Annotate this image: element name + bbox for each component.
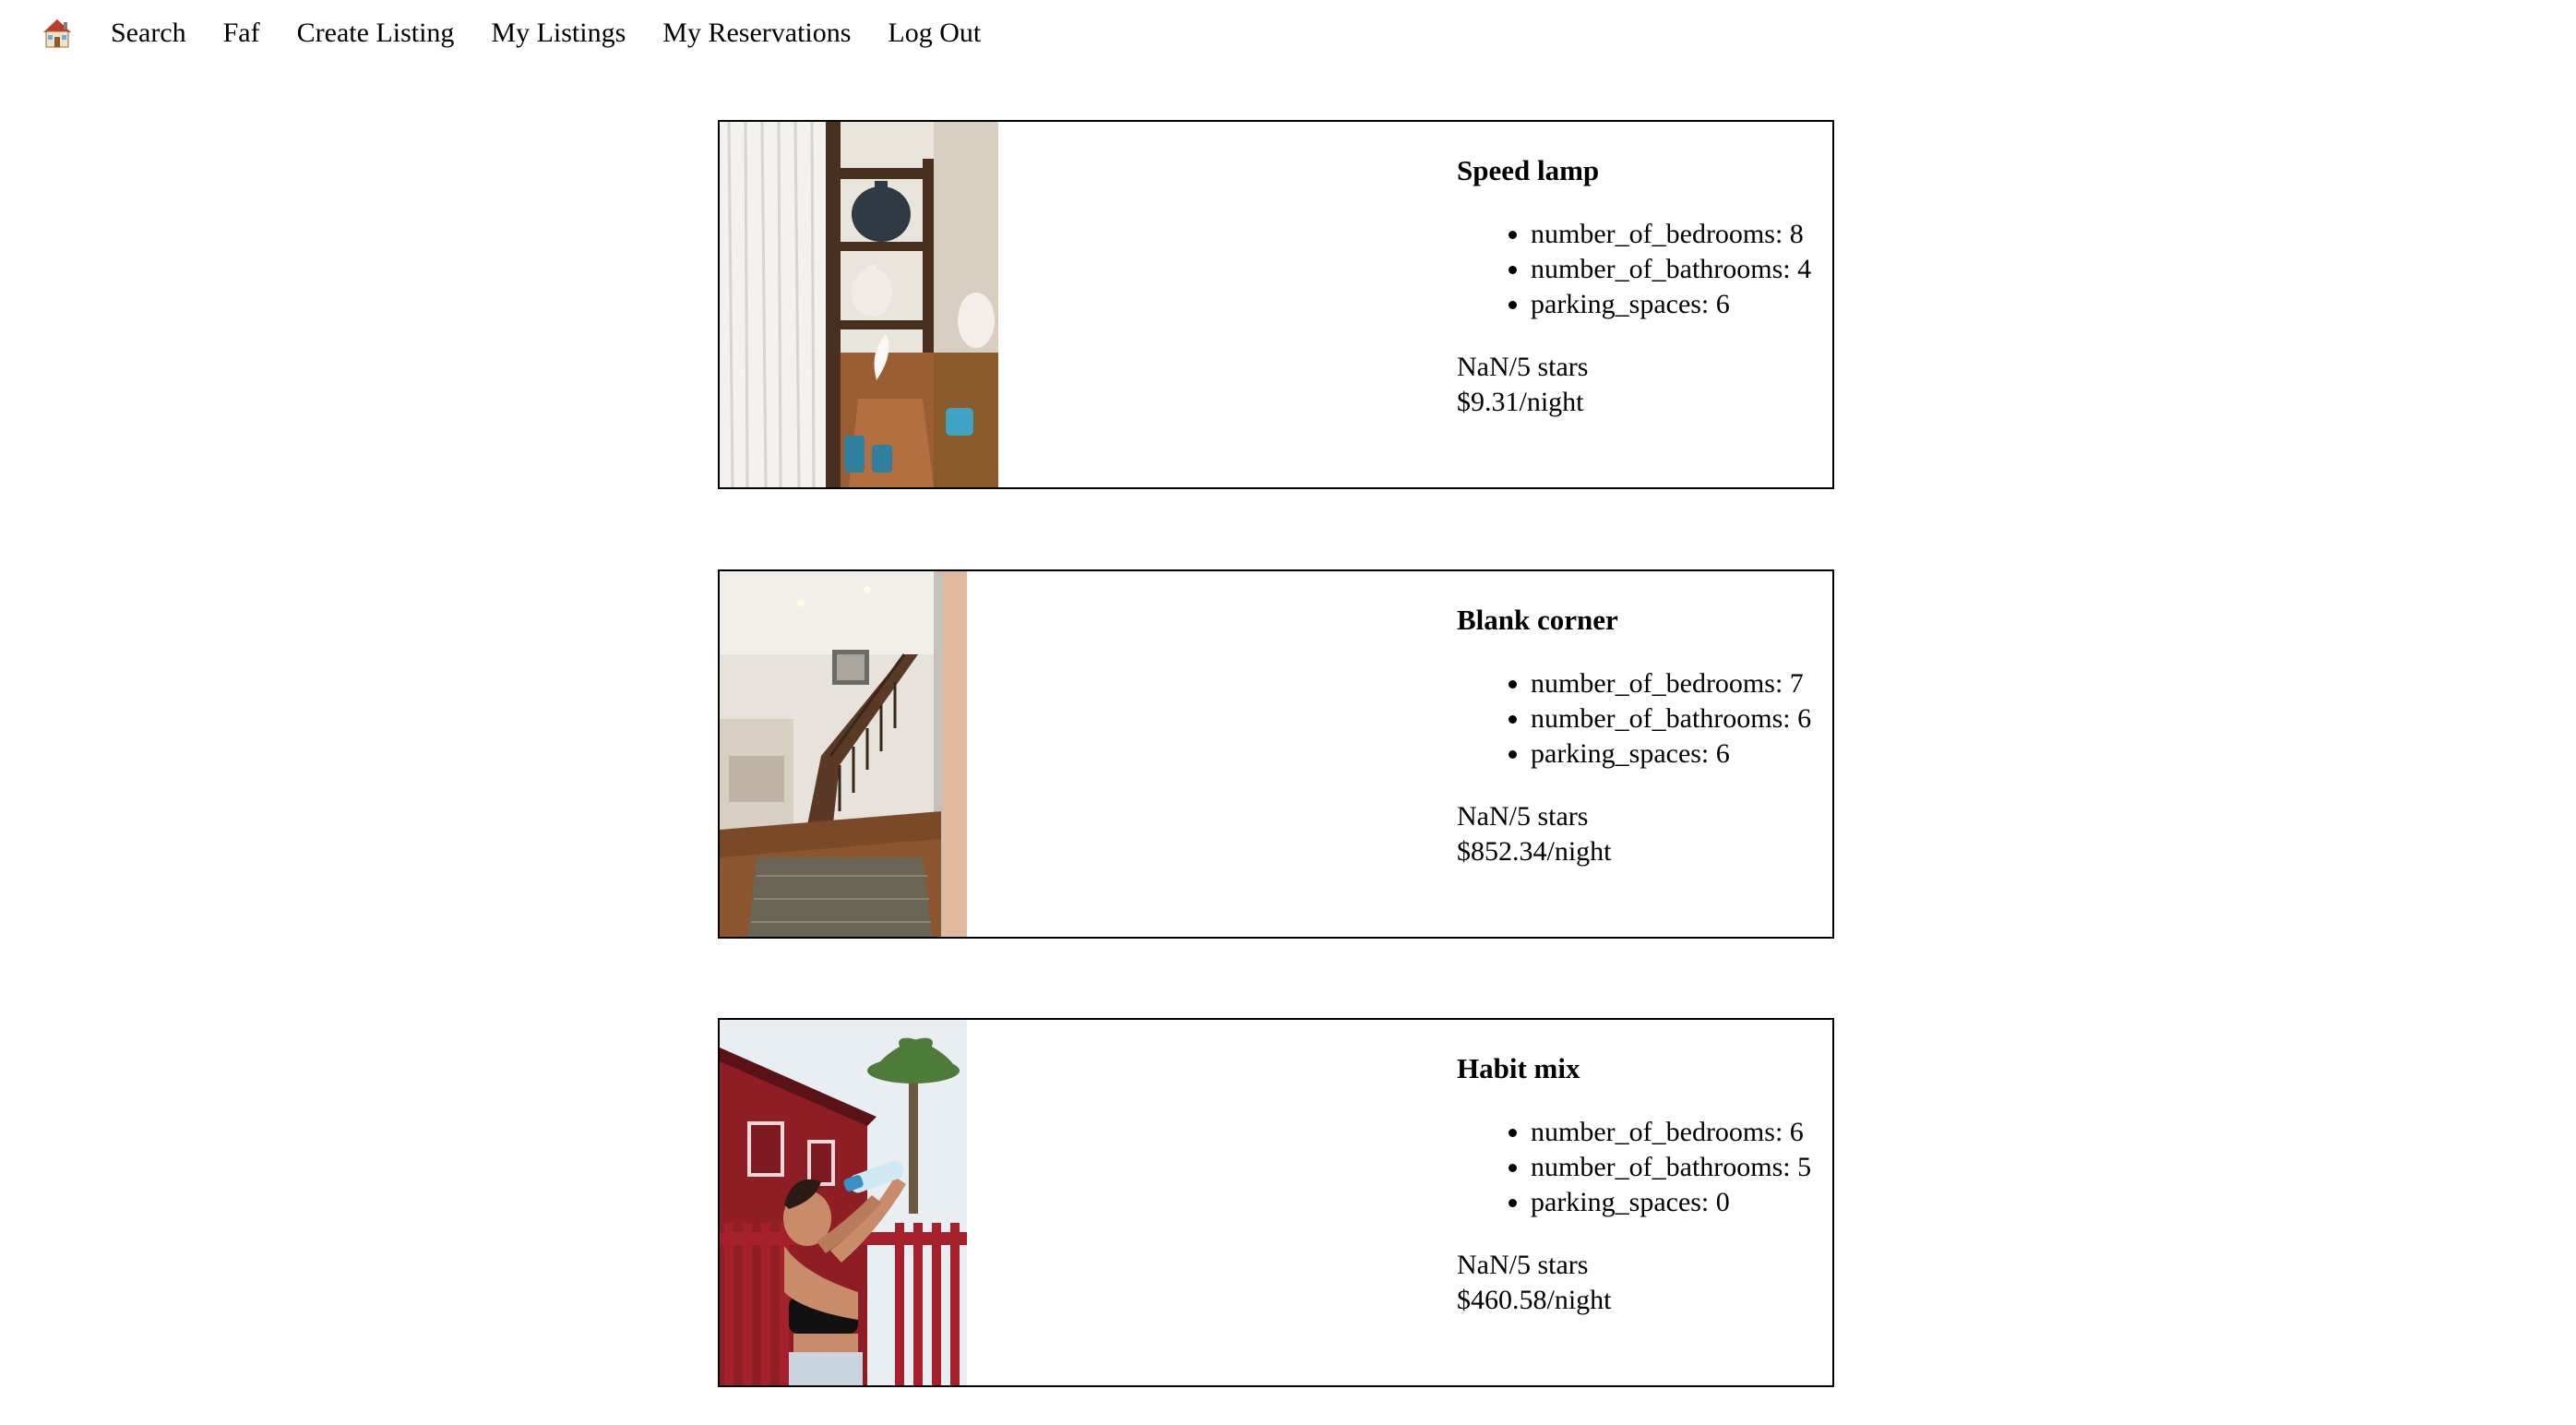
listing-photo [720,1020,967,1385]
listing-price: $460.58/night [1457,1285,1612,1315]
feature-bedrooms: number_of_bedrooms: 7 [1531,666,1811,701]
feature-bedrooms: number_of_bedrooms: 6 [1531,1115,1811,1150]
listing-features-list: number_of_bedrooms: 6 number_of_bathroom… [1457,1115,1811,1220]
entryway-staircase-image [720,571,967,937]
feature-parking: parking_spaces: 6 [1531,736,1811,772]
listing-title[interactable]: Speed lamp [1457,153,1811,188]
listing-title[interactable]: Habit mix [1457,1051,1811,1086]
listing-title[interactable]: Blank corner [1457,603,1811,638]
woman-drinking-water-image [720,1020,967,1385]
listing-price: $852.34/night [1457,836,1612,867]
living-room-shelves-image [720,122,998,487]
nav-faf-link[interactable]: Faf [223,13,260,54]
listing-info: Speed lamp number_of_bedrooms: 8 number_… [1457,153,1811,420]
listing-photo [720,571,967,937]
listing-rating: NaN/5 stars [1457,1250,1589,1280]
feature-bathrooms: number_of_bathrooms: 6 [1531,701,1811,736]
listing-rating: NaN/5 stars [1457,352,1589,382]
feature-parking: parking_spaces: 0 [1531,1185,1811,1220]
house-icon [43,19,71,48]
nav-log-out-link[interactable]: Log Out [888,13,981,54]
feature-bedrooms: number_of_bedrooms: 8 [1531,217,1811,252]
listing-info: Habit mix number_of_bedrooms: 6 number_o… [1457,1051,1811,1318]
feature-parking: parking_spaces: 6 [1531,287,1811,322]
nav-create-listing-link[interactable]: Create Listing [297,13,455,54]
listing-card[interactable]: Blank corner number_of_bedrooms: 7 numbe… [718,569,1834,939]
listing-info: Blank corner number_of_bedrooms: 7 numbe… [1457,603,1811,869]
home-icon[interactable] [41,17,74,50]
listing-card[interactable]: Habit mix number_of_bedrooms: 6 number_o… [718,1018,1834,1387]
feature-bathrooms: number_of_bathrooms: 4 [1531,252,1811,287]
nav-search-link[interactable]: Search [111,13,186,54]
listing-card[interactable]: Speed lamp number_of_bedrooms: 8 number_… [718,120,1834,489]
nav-my-listings-link[interactable]: My Listings [491,13,626,54]
listing-rating: NaN/5 stars [1457,801,1589,832]
page: Search Faf Create Listing My Listings My… [0,0,2576,1425]
listing-features-list: number_of_bedrooms: 8 number_of_bathroom… [1457,217,1811,322]
listing-photo [720,122,998,487]
listing-price: $9.31/night [1457,387,1584,417]
top-nav: Search Faf Create Listing My Listings My… [41,13,981,54]
nav-my-reservations-link[interactable]: My Reservations [662,13,851,54]
listing-features-list: number_of_bedrooms: 7 number_of_bathroom… [1457,666,1811,772]
feature-bathrooms: number_of_bathrooms: 5 [1531,1150,1811,1185]
